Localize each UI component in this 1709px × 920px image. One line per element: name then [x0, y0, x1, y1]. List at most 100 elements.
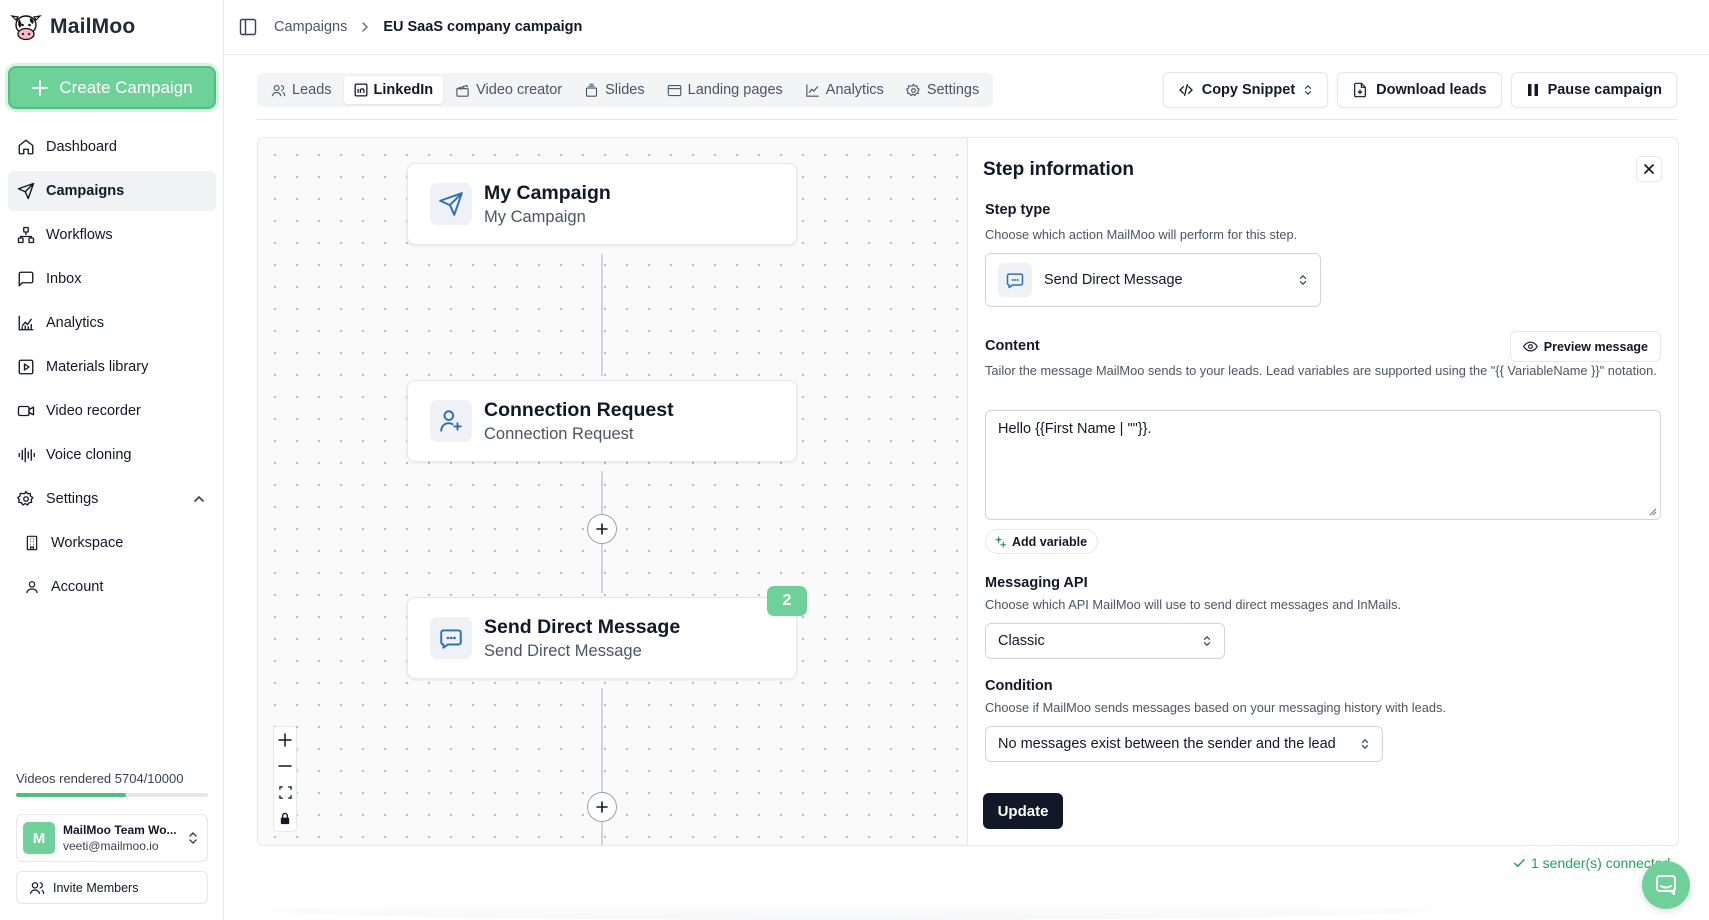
- messaging-api-select[interactable]: Classic: [985, 623, 1225, 659]
- videos-rendered-bar: [16, 793, 208, 797]
- sidebar-item-voice-cloning[interactable]: Voice cloning: [8, 435, 216, 475]
- sidebar-item-analytics[interactable]: Analytics: [8, 303, 216, 343]
- sidebar-item-account[interactable]: Account: [8, 567, 216, 607]
- close-button[interactable]: [1636, 156, 1662, 182]
- sidebar-nav: Dashboard Campaigns Workflows Inbox Anal…: [8, 127, 216, 611]
- sidebar-item-label: Campaigns: [46, 183, 125, 199]
- pause-campaign-button[interactable]: Pause campaign: [1510, 72, 1677, 108]
- sidebar-item-inbox[interactable]: Inbox: [8, 259, 216, 299]
- add-step-button[interactable]: [587, 514, 617, 544]
- flow-node-my-campaign[interactable]: My Campaign My Campaign: [407, 163, 797, 245]
- tab-landing-pages[interactable]: Landing pages: [657, 76, 793, 104]
- gear-icon: [17, 490, 35, 508]
- sidebar-item-label: Analytics: [46, 315, 105, 331]
- plus-icon: [595, 800, 609, 814]
- zoom-out-button[interactable]: [274, 753, 296, 779]
- chevrons-up-down-icon: [1298, 274, 1308, 287]
- lock-button[interactable]: [274, 805, 296, 831]
- tab-analytics[interactable]: Analytics: [795, 76, 894, 104]
- step-type-value: Send Direct Message: [1044, 272, 1183, 288]
- download-leads-button[interactable]: Download leads: [1337, 72, 1502, 108]
- plus-icon: [595, 522, 609, 536]
- step-type-select[interactable]: Send Direct Message: [985, 253, 1321, 307]
- sidebar-item-settings[interactable]: Settings: [8, 479, 216, 519]
- condition-select[interactable]: No messages exist between the sender and…: [985, 726, 1383, 762]
- campaign-actions: Copy Snippet Download leads Pause campai…: [1162, 72, 1677, 108]
- flow-node-send-direct-message[interactable]: Send Direct Message Send Direct Message …: [407, 586, 807, 679]
- breadcrumb-campaigns[interactable]: Campaigns: [274, 19, 347, 35]
- preview-message-button[interactable]: Preview message: [1509, 331, 1661, 362]
- sidebar-item-materials-library[interactable]: Materials library: [8, 347, 216, 387]
- step-type-help: Choose which action MailMoo will perform…: [985, 227, 1298, 242]
- create-campaign-button[interactable]: Create Campaign: [8, 66, 216, 109]
- download-leads-label: Download leads: [1376, 82, 1487, 98]
- chart-icon: [17, 314, 35, 332]
- resize-handle-icon[interactable]: [1648, 507, 1657, 516]
- tab-video-creator[interactable]: Video creator: [445, 76, 572, 104]
- pause-icon: [1526, 83, 1540, 97]
- flow-canvas[interactable]: My Campaign My Campaign Connection Reque…: [257, 137, 967, 846]
- brand[interactable]: MailMoo: [10, 8, 135, 46]
- tab-linkedin[interactable]: LinkedIn: [343, 76, 444, 104]
- eye-icon: [1522, 339, 1538, 354]
- pause-campaign-label: Pause campaign: [1547, 82, 1662, 98]
- breadcrumb-current: EU SaaS company campaign: [383, 19, 583, 35]
- sidebar-item-video-recorder[interactable]: Video recorder: [8, 391, 216, 431]
- sidebar-item-label: Settings: [46, 491, 99, 507]
- copy-snippet-button[interactable]: Copy Snippet: [1162, 72, 1329, 108]
- cow-logo-icon: [10, 11, 42, 43]
- plus-icon: [31, 79, 49, 97]
- preview-message-label: Preview message: [1543, 339, 1648, 354]
- messaging-api-label: Messaging API: [985, 575, 1088, 591]
- add-variable-button[interactable]: Add variable: [985, 529, 1099, 554]
- message-square-icon: [17, 270, 35, 288]
- chevrons-up-down-icon: [1202, 635, 1212, 648]
- sidebar-item-label: Video recorder: [46, 403, 141, 419]
- team-name: MailMoo Team Wo...: [63, 823, 177, 837]
- invite-members-button[interactable]: Invite Members: [16, 871, 208, 904]
- tab-slides[interactable]: Slides: [574, 76, 655, 104]
- add-step-button[interactable]: [587, 792, 617, 822]
- sidebar-item-dashboard[interactable]: Dashboard: [8, 127, 216, 167]
- fullscreen-icon: [278, 785, 292, 799]
- team-switcher[interactable]: M MailMoo Team Wo... veeti@mailmoo.io: [16, 814, 208, 862]
- flow-node-connection-request[interactable]: Connection Request Connection Request: [407, 380, 797, 462]
- message-content-value: Hello {{First Name | ""}}.: [998, 421, 1152, 437]
- code-icon: [1178, 82, 1194, 98]
- zoom-in-button[interactable]: [274, 727, 296, 753]
- panel-title: Step information: [983, 159, 1134, 180]
- team-email: veeti@mailmoo.io: [63, 839, 159, 853]
- message-bot-icon: [430, 617, 472, 659]
- user-icon: [24, 579, 40, 595]
- chevrons-up-down-icon: [187, 831, 199, 845]
- sidebar-item-label: Voice cloning: [46, 447, 132, 463]
- create-campaign-label: Create Campaign: [59, 77, 193, 97]
- sidebar-item-workflows[interactable]: Workflows: [8, 215, 216, 255]
- sidebar-toggle-icon[interactable]: [238, 17, 258, 37]
- sidebar-item-campaigns[interactable]: Campaigns: [8, 171, 216, 211]
- sidebar-item-label: Workspace: [51, 535, 124, 551]
- tab-label: Analytics: [825, 82, 884, 98]
- chevron-up-icon[interactable]: [192, 492, 206, 506]
- sidebar-item-workspace[interactable]: Workspace: [8, 523, 216, 563]
- message-bot-icon: [998, 263, 1032, 297]
- update-button[interactable]: Update: [983, 793, 1063, 829]
- sparkle-plus-icon: [994, 535, 1007, 548]
- fit-view-button[interactable]: [274, 779, 296, 805]
- tab-settings[interactable]: Settings: [896, 76, 989, 104]
- videos-rendered-label: Videos rendered 5704/10000: [16, 771, 184, 786]
- message-content-textarea[interactable]: Hello {{First Name | ""}}.: [985, 410, 1661, 520]
- send-icon: [17, 182, 35, 200]
- linkedin-icon: [354, 83, 368, 97]
- support-chat-button[interactable]: [1642, 861, 1690, 909]
- condition-label: Condition: [985, 678, 1053, 694]
- chevrons-up-down-icon: [1360, 738, 1370, 751]
- tab-leads[interactable]: Leads: [261, 76, 342, 104]
- sidebar-item-label: Materials library: [46, 359, 149, 375]
- plus-icon: [278, 733, 292, 747]
- play-square-icon: [17, 358, 35, 376]
- topbar: Campaigns EU SaaS company campaign: [224, 0, 1709, 55]
- sidebar-item-label: Inbox: [46, 271, 82, 287]
- tab-label: Landing pages: [687, 82, 783, 98]
- breadcrumb: Campaigns EU SaaS company campaign: [274, 19, 582, 35]
